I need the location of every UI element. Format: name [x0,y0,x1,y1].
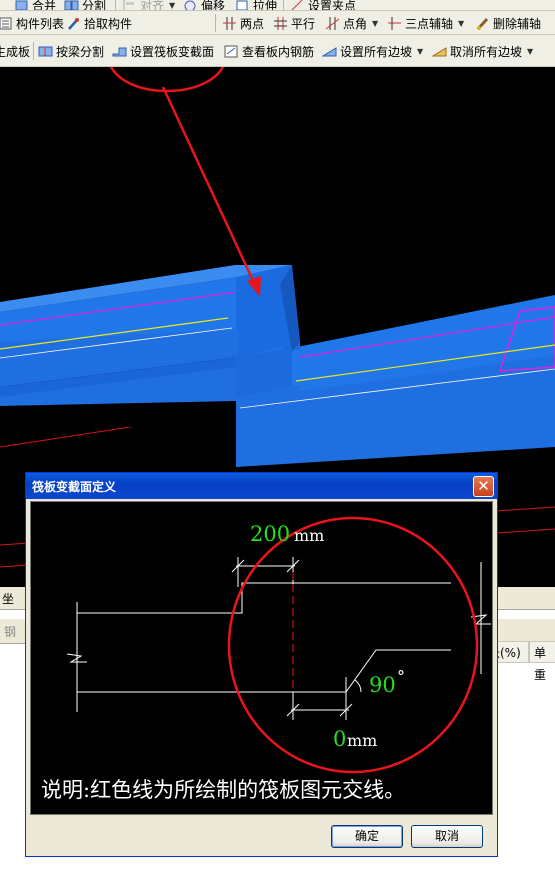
two-points-button[interactable]: 两点 [222,13,264,33]
offset-unit: mm [347,731,378,750]
view-rebar-button[interactable]: 查看板内钢筋 [224,41,314,61]
stretch-icon [235,0,250,10]
coord-tab[interactable]: 坐 [2,590,14,607]
merge-icon [14,0,29,10]
annotation-arrow [161,86,258,288]
cancel-all-slopes-button[interactable]: 取消所有边坡 ▼ [431,41,533,61]
eyedropper-icon [66,16,81,31]
dialog-title: 筏板变截面定义 [32,480,117,494]
eraser-icon [475,16,490,31]
raft-section-dialog: 筏板变截面定义 ✕ 200 mm 90 ° 0 mm 说明:红色线为所绘制的筏板… [25,472,498,857]
slope-icon [321,44,337,59]
offset-value[interactable]: 0 [333,727,346,751]
split-beam-icon [38,44,53,59]
set-grip-button[interactable]: 设置夹点 [290,0,356,10]
rebar-icon [224,44,239,59]
generate-slab-button[interactable]: 生成板 [0,41,30,61]
grip-point-icon [290,0,305,10]
delete-axis-button[interactable]: 删除辅轴 [475,13,541,33]
dialog-titlebar[interactable]: 筏板变截面定义 ✕ [26,473,497,499]
offset-button[interactable]: 偏移 [183,0,225,10]
set-all-slopes-button[interactable]: 设置所有边坡 ▼ [321,41,423,61]
parallel-button[interactable]: 平行 [273,13,315,33]
toolbar-axis: 构件列表 拾取构件 两点 平行 点角 ▼ 三点辅轴 ▼ 删除辅轴 [0,11,555,35]
stretch-button[interactable]: 拉伸 [235,0,277,10]
toolbar-slab: 生成板 按梁分割 设置筏板变截面 查看板内钢筋 设置所有边坡▼ 取消所有边坡▼ [0,35,555,67]
parallel-icon [273,16,288,31]
set-raft-section-button[interactable]: 设置筏板变截面 [112,41,214,61]
align-button[interactable]: 对齐 ▼ [122,0,175,10]
toolbar-edit: 合并 分割 对齐 ▼ 偏移 拉伸 设置夹点 [0,0,555,11]
offset-icon [183,0,198,10]
angle-value[interactable]: 90 [369,673,396,697]
point-angle-icon [325,16,340,31]
split-button[interactable]: 分割 [64,0,106,10]
close-button[interactable]: ✕ [473,476,494,497]
column-header-weight: 单重 [529,641,555,682]
cancel-button[interactable]: 取消 [411,825,483,848]
rebar-tab[interactable]: 钢 [4,623,16,640]
pick-component-button[interactable]: 拾取构件 [66,13,132,33]
section-preview-canvas: 200 mm 90 ° 0 mm 说明:红色线为所绘制的筏板图元交线。 [30,501,493,815]
raft-section-icon [112,44,127,59]
annotation-circle [107,23,227,93]
note-text: 说明:红色线为所绘制的筏板图元交线。 [41,778,406,802]
point-angle-button[interactable]: 点角 ▼ [325,13,378,33]
section-diagram [66,516,491,774]
ok-button[interactable]: 确定 [331,825,403,848]
split-icon [64,0,79,10]
close-icon: ✕ [477,477,490,495]
three-point-axis-button[interactable]: 三点辅轴 ▼ [387,13,464,33]
split-by-beam-button[interactable]: 按梁分割 [38,41,104,61]
align-icon [122,0,137,10]
merge-button[interactable]: 合并 [14,0,56,10]
width-unit: mm [294,526,325,545]
width-value[interactable]: 200 [250,522,290,546]
three-point-axis-icon [387,16,402,31]
two-points-icon [222,16,237,31]
list-icon [0,16,13,31]
component-list-button[interactable]: 构件列表 [0,13,64,33]
cancel-slope-icon [431,44,447,59]
angle-unit: ° [397,667,405,686]
